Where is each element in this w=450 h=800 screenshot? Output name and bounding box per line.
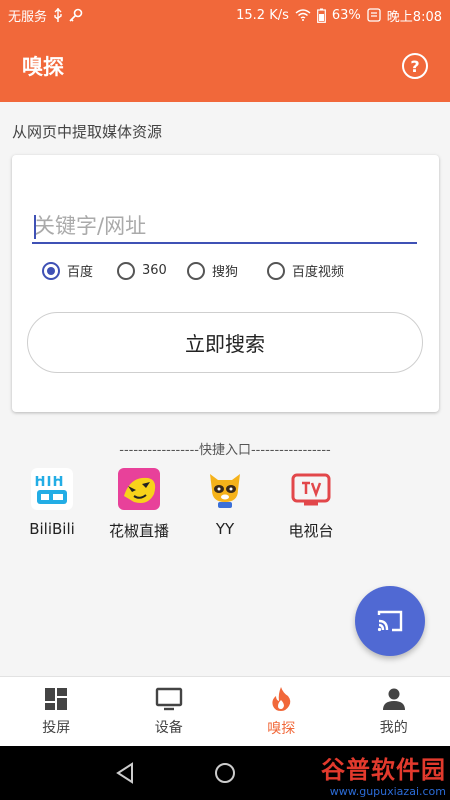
radio-label: 百度视频 — [292, 265, 345, 280]
help-symbol: ? — [410, 56, 420, 76]
radio-dot — [117, 261, 135, 280]
watermark-url: www.gupuxiazai.com — [329, 785, 446, 798]
radio-dot — [267, 261, 285, 280]
quick-link-label: BiliBili — [29, 520, 75, 538]
engine-radio-group: 百度 360 搜狗 百度视频 — [42, 261, 344, 280]
radio-label: 搜狗 — [212, 265, 239, 280]
cast-fab-button[interactable] — [355, 586, 425, 656]
key-icon — [69, 8, 83, 22]
radio-dot — [187, 261, 205, 280]
quick-link-label: 电视台 — [288, 522, 334, 540]
status-bar: 无服务 15.2 K/s 63% 晚上8:08 — [0, 0, 450, 30]
huajiao-icon — [118, 468, 160, 510]
search-card: 百度 360 搜狗 百度视频 立即搜索 — [12, 155, 439, 412]
nav-label: 设备 — [154, 719, 183, 736]
carrier-text: 无服务 — [8, 9, 48, 25]
battery-icon — [316, 8, 326, 23]
nav-item-cast[interactable]: 投屏 — [0, 677, 113, 746]
home-circle-icon — [215, 763, 235, 783]
radio-dot — [42, 261, 60, 280]
site-watermark: 谷普软件园 www.gupuxiazai.com — [321, 750, 446, 798]
dashboard-icon — [45, 687, 68, 710]
bottom-navigation: 投屏 设备 嗅探 我的 — [0, 676, 450, 746]
quick-link-bilibili[interactable]: BiliBili — [12, 468, 92, 538]
back-triangle-icon — [116, 762, 133, 784]
monitor-icon — [155, 687, 182, 710]
system-navigation-bar: 谷普软件园 www.gupuxiazai.com — [0, 746, 450, 800]
bilibili-icon — [31, 468, 73, 510]
nav-item-sniff[interactable]: 嗅探 — [225, 677, 338, 746]
alarm-icon — [367, 8, 381, 22]
tv-icon — [291, 473, 331, 506]
clock: 晚上8:08 — [386, 9, 442, 25]
radio-label: 百度 — [67, 265, 94, 280]
nav-label: 我的 — [379, 719, 408, 736]
flame-icon — [272, 686, 291, 711]
nav-label: 投屏 — [42, 719, 71, 736]
radio-baidu[interactable]: 百度 — [42, 261, 117, 280]
radio-360[interactable]: 360 — [117, 261, 187, 280]
quick-entry-header: -----------------快捷入口----------------- — [119, 443, 331, 458]
quick-link-yy[interactable]: YY — [185, 468, 265, 538]
quick-link-huajiao[interactable]: 花椒直播 — [99, 468, 179, 541]
radio-label: 360 — [142, 263, 167, 278]
wifi-icon — [295, 9, 311, 21]
search-now-button[interactable]: 立即搜索 — [27, 312, 423, 373]
watermark-text: 谷普软件园 — [321, 756, 446, 784]
yy-icon — [210, 474, 240, 508]
nav-item-me[interactable]: 我的 — [338, 677, 450, 746]
home-button[interactable] — [175, 762, 275, 784]
cast-icon — [377, 610, 403, 632]
radio-sogou[interactable]: 搜狗 — [187, 261, 267, 280]
back-button[interactable] — [75, 762, 175, 784]
section-label: 从网页中提取媒体资源 — [12, 123, 163, 141]
app-bar: 嗅探 ? — [0, 30, 450, 102]
quick-link-label: 花椒直播 — [108, 522, 169, 540]
quick-link-label: YY — [215, 520, 235, 538]
person-icon — [382, 688, 405, 710]
search-input[interactable] — [32, 210, 417, 244]
nav-label: 嗅探 — [267, 720, 296, 737]
battery-percent: 63% — [331, 7, 361, 23]
text-cursor — [34, 215, 36, 239]
network-speed: 15.2 K/s — [236, 7, 289, 23]
question-circle-icon[interactable]: ? — [402, 53, 428, 79]
quick-link-tv[interactable]: 电视台 — [271, 468, 351, 541]
nav-item-devices[interactable]: 设备 — [113, 677, 226, 746]
usb-icon — [54, 8, 62, 22]
radio-baidu-video[interactable]: 百度视频 — [267, 261, 344, 280]
page-title: 嗅探 — [22, 55, 64, 79]
